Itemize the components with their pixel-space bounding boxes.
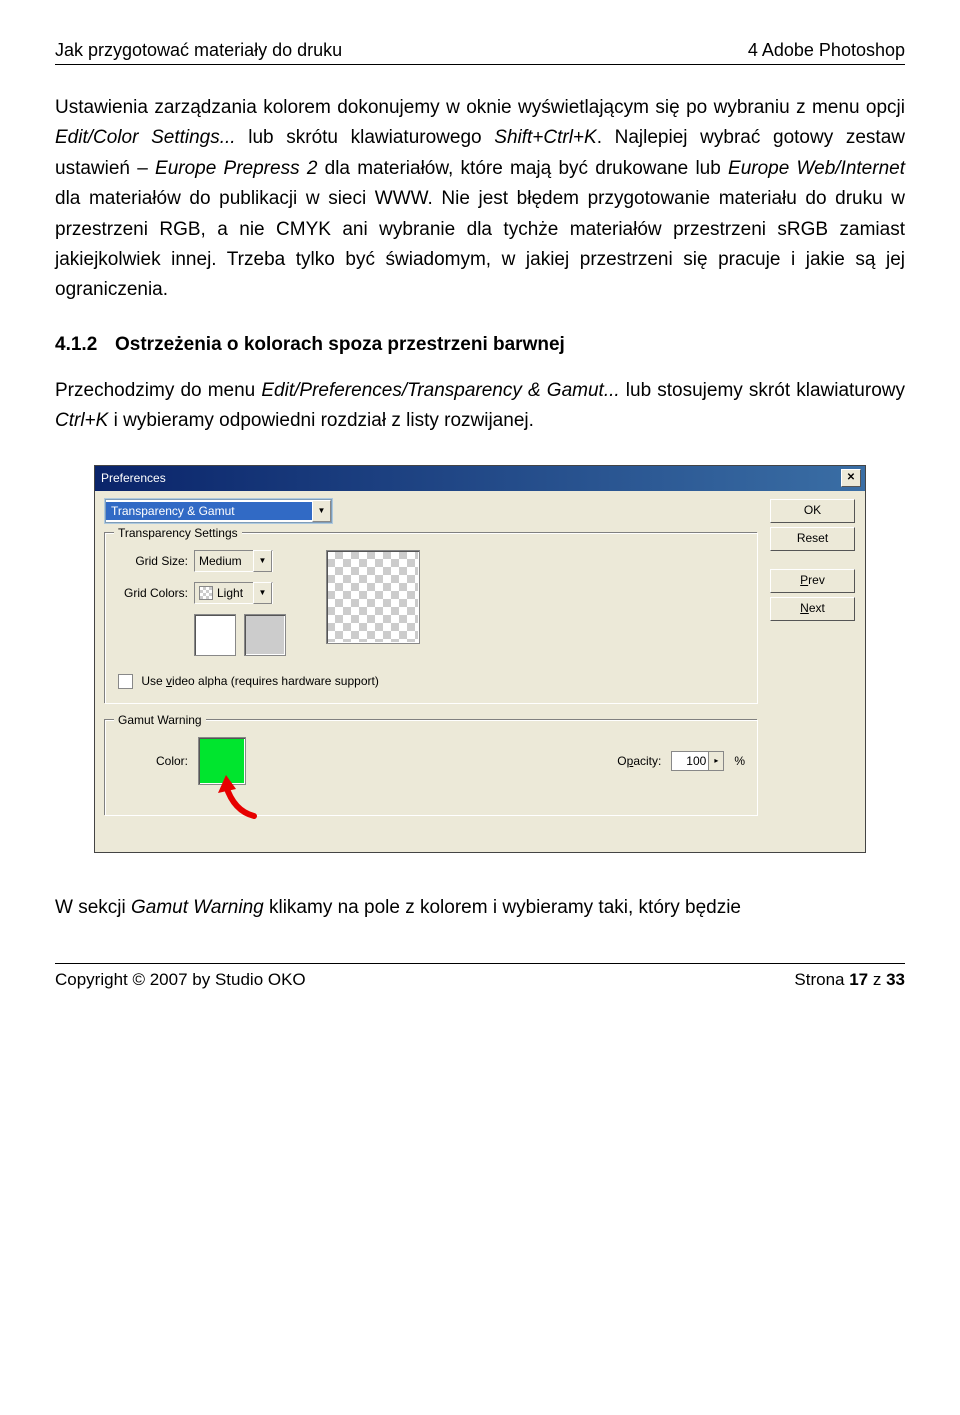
grid-colors-combo[interactable]: Light ▼ [194,582,273,604]
video-alpha-checkbox[interactable] [118,674,133,689]
swatch-grey[interactable] [244,614,286,656]
header-right: 4 Adobe Photoshop [748,40,905,61]
dialog-titlebar[interactable]: Preferences ✕ [95,466,865,491]
chevron-down-icon[interactable]: ▼ [253,582,272,604]
opacity-label: Opacity: [617,754,661,768]
dialog-title: Preferences [101,471,166,485]
paragraph-3: W sekcji Gamut Warning klikamy na pole z… [55,893,905,923]
opacity-spinner[interactable]: ▸ [671,751,724,771]
footer-right: Strona 17 z 33 [794,970,905,990]
footer-left: Copyright © 2007 by Studio OKO [55,970,306,990]
chevron-down-icon[interactable]: ▼ [253,550,272,572]
swatch-white[interactable] [194,614,236,656]
ok-button[interactable]: OK [770,499,855,523]
page-footer: Copyright © 2007 by Studio OKO Strona 17… [55,963,905,990]
preferences-dialog: Preferences ✕ Transparency & Gamut ▼ Tra… [94,465,866,853]
opacity-input[interactable] [672,754,708,768]
gamut-warning-group: Gamut Warning Color: Opacity: ▸ % [105,720,758,816]
transparency-preview [326,550,420,644]
transparency-settings-group: Transparency Settings Grid Size: Medium … [105,533,758,704]
dialog-buttons: OK Reset Prev Next [770,499,855,832]
paragraph-2: Przechodzimy do menu Edit/Preferences/Tr… [55,376,905,437]
spinner-arrow-icon[interactable]: ▸ [708,752,723,770]
section-dropdown-value: Transparency & Gamut [106,502,312,520]
next-button[interactable]: Next [770,597,855,621]
gamut-legend: Gamut Warning [114,713,206,727]
video-alpha-label: Use video alpha (requires hardware suppo… [141,674,378,688]
reset-button[interactable]: Reset [770,527,855,551]
transparency-legend: Transparency Settings [114,526,242,540]
section-dropdown[interactable]: Transparency & Gamut ▼ [105,499,332,523]
prev-button[interactable]: Prev [770,569,855,593]
header-left: Jak przygotować materiały do druku [55,40,342,61]
subheading-412: 4.1.2Ostrzeżenia o kolorach spoza przest… [55,334,905,356]
gamut-color-swatch[interactable] [198,737,246,785]
grid-size-combo[interactable]: Medium ▼ [194,550,273,572]
page-header: Jak przygotować materiały do druku 4 Ado… [55,40,905,65]
gamut-color-label: Color: [118,754,188,768]
chevron-down-icon[interactable]: ▼ [312,500,331,522]
grid-colors-label: Grid Colors: [118,586,188,600]
opacity-unit: % [734,754,745,768]
close-icon[interactable]: ✕ [841,469,861,487]
grid-size-label: Grid Size: [118,554,188,568]
light-pattern-icon [199,586,213,600]
paragraph-1: Ustawienia zarządzania kolorem dokonujem… [55,93,905,306]
